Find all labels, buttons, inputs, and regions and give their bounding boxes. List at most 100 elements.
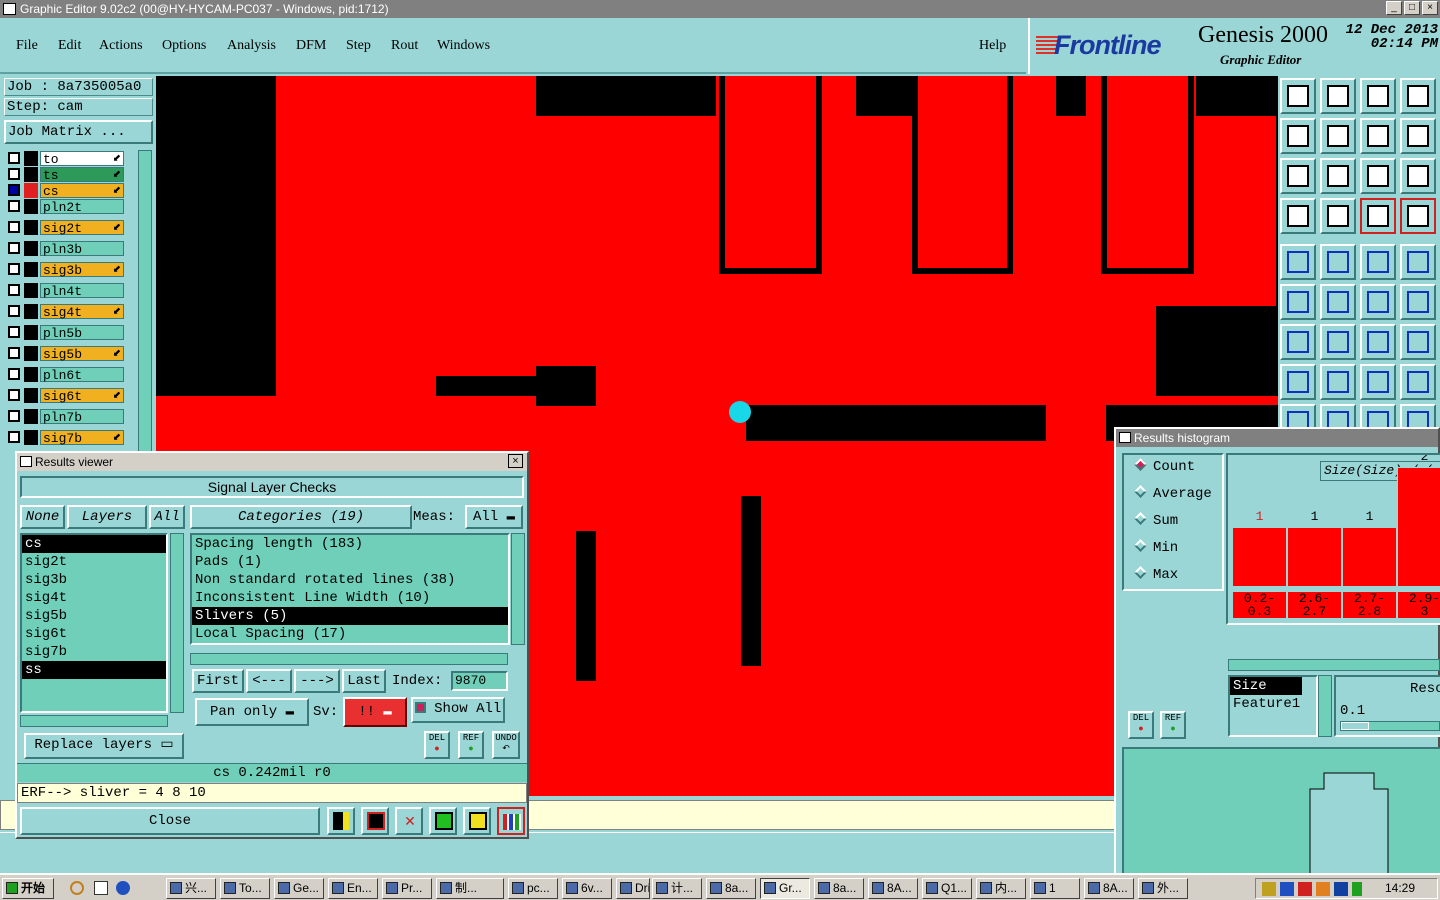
fiducial-tool-button[interactable] xyxy=(1400,324,1436,360)
layer-row-pln7b[interactable]: pln7b xyxy=(6,408,124,425)
layer-results-scrollbar[interactable] xyxy=(170,533,184,713)
taskbar-button[interactable]: 制... xyxy=(436,878,504,899)
layer-row-to[interactable]: to ⬋ xyxy=(6,150,124,167)
move-pads-button[interactable] xyxy=(1360,284,1396,320)
open-job-button[interactable] xyxy=(1280,78,1316,114)
resolution-slider[interactable] xyxy=(1340,721,1440,731)
menu-dfm[interactable]: DFM xyxy=(296,38,326,54)
angle-tool-button[interactable] xyxy=(1280,324,1316,360)
taskbar-button[interactable]: 8a... xyxy=(814,878,864,899)
layer-row-cs[interactable]: cs ⬋ xyxy=(6,182,124,199)
layer-row-pln6t[interactable]: pln6t xyxy=(6,366,124,383)
first-button[interactable]: First xyxy=(192,669,244,693)
arc-tool-button[interactable] xyxy=(1360,324,1396,360)
layer-checkbox[interactable] xyxy=(8,326,20,338)
layer-checkbox[interactable] xyxy=(8,347,20,359)
histogram-field-item[interactable]: Size xyxy=(1230,677,1302,695)
result-layer-item[interactable]: sig7b xyxy=(22,643,166,661)
layer-name[interactable]: pln5b xyxy=(40,325,124,341)
layer-name[interactable]: pln3b xyxy=(40,241,124,257)
layer-name[interactable]: to ⬋ xyxy=(40,151,124,167)
layer-row-sig4t[interactable]: sig4t ⬋ xyxy=(6,303,124,320)
pan-mode-select[interactable]: Pan only ▬ xyxy=(195,698,309,726)
redo-view-button[interactable] xyxy=(1360,118,1396,154)
layer-name[interactable]: cs ⬋ xyxy=(40,183,124,199)
category-item[interactable]: Inconsistent Line Width (10) xyxy=(192,589,508,607)
taskbar-button[interactable]: Ge... xyxy=(274,878,324,899)
field-list-scrollbar[interactable] xyxy=(1318,675,1332,737)
layer-checkbox[interactable] xyxy=(8,431,20,443)
layer-row-sig7b[interactable]: sig7b ⬋ xyxy=(6,429,124,446)
histogram-bar[interactable] xyxy=(1232,527,1287,587)
undo-button[interactable]: UNDO ↶ xyxy=(492,731,520,759)
taskbar-button[interactable]: 8A... xyxy=(1084,878,1134,899)
category-scrollbar[interactable] xyxy=(511,533,525,645)
feature-select-button[interactable] xyxy=(1280,244,1316,280)
cross-select-button[interactable] xyxy=(1320,284,1356,320)
mode-sum-radio[interactable]: Sum xyxy=(1134,512,1178,529)
net-select-button[interactable] xyxy=(1280,364,1316,400)
window-split-button[interactable] xyxy=(1400,78,1436,114)
histogram-bar[interactable] xyxy=(1287,527,1342,587)
menu-help[interactable]: Help xyxy=(979,38,1006,54)
mode-average-radio[interactable]: Average xyxy=(1134,485,1212,502)
layer-checkbox[interactable] xyxy=(8,200,20,212)
histogram-field-list[interactable]: Size Feature1 xyxy=(1228,675,1318,737)
scale-1-2-button[interactable] xyxy=(1360,158,1396,194)
help-query-button[interactable] xyxy=(1400,158,1436,194)
dimension-tool-button[interactable] xyxy=(1360,364,1396,400)
pad-tool-button[interactable] xyxy=(1400,244,1436,280)
histogram-button[interactable] xyxy=(497,807,525,835)
prev-step-button[interactable] xyxy=(1280,118,1316,154)
taskbar-button[interactable]: 外... xyxy=(1138,878,1188,899)
taskbar-button[interactable]: 8A... xyxy=(868,878,918,899)
layer-checkbox[interactable] xyxy=(8,242,20,254)
layer-row-pln5b[interactable]: pln5b xyxy=(6,324,124,341)
histogram-ref-button[interactable]: REF ● xyxy=(1160,711,1186,739)
result-layer-item[interactable]: sig2t xyxy=(22,553,166,571)
layer-results-list[interactable]: cs sig2t sig3b sig4t sig5b sig6t sig7b ss xyxy=(20,533,168,713)
clear-ref-button[interactable]: ✕ xyxy=(395,807,423,835)
layer-checkbox[interactable] xyxy=(8,184,20,196)
taskbar-button[interactable]: En... xyxy=(328,878,378,899)
histogram-hscroll[interactable] xyxy=(1228,659,1440,671)
quick-launch-doc-icon[interactable] xyxy=(94,881,108,895)
layer-checkbox[interactable] xyxy=(8,221,20,233)
all-button[interactable]: All xyxy=(149,505,185,529)
start-button[interactable]: 开始 xyxy=(2,878,54,899)
layer-row-sig3b[interactable]: sig3b ⬋ xyxy=(6,261,124,278)
taskbar-button[interactable]: Pr... xyxy=(382,878,432,899)
layer-checkbox[interactable] xyxy=(8,263,20,275)
layer-results-hscroll[interactable] xyxy=(20,715,168,727)
quick-launch-ie-icon[interactable] xyxy=(116,881,130,895)
maximize-button[interactable]: □ xyxy=(1404,1,1420,15)
highlight-tool-button[interactable] xyxy=(327,807,355,835)
meas-select[interactable]: All ▬ xyxy=(465,505,523,529)
layer-checkbox[interactable] xyxy=(8,368,20,380)
grid-button[interactable] xyxy=(1320,198,1356,234)
menu-windows[interactable]: Windows xyxy=(437,38,490,54)
close-dialog-button[interactable]: × xyxy=(508,454,523,468)
layer-checkbox[interactable] xyxy=(8,389,20,401)
mode-count-radio[interactable]: Count xyxy=(1134,458,1195,475)
category-item[interactable]: Local Spacing (17) xyxy=(192,625,508,643)
layer-checkbox[interactable] xyxy=(8,152,20,164)
menu-edit[interactable]: Edit xyxy=(58,38,81,54)
taskbar-button[interactable]: 8a... xyxy=(706,878,756,899)
layer-name[interactable]: sig7b ⬋ xyxy=(40,430,124,446)
category-item[interactable]: Non standard rotated lines (38) xyxy=(192,571,508,589)
ref-button[interactable]: REF ● xyxy=(458,731,484,759)
layer-name[interactable]: sig3b ⬋ xyxy=(40,262,124,278)
taskbar-button[interactable]: Dril... xyxy=(616,878,650,899)
layer-name[interactable]: sig4t ⬋ xyxy=(40,304,124,320)
clip-button[interactable] xyxy=(1400,118,1436,154)
layer-name[interactable]: sig6t ⬋ xyxy=(40,388,124,404)
layer-row-pln4t[interactable]: pln4t xyxy=(6,282,124,299)
category-item[interactable]: Slivers (5) xyxy=(192,607,508,625)
layer-checkbox[interactable] xyxy=(8,410,20,422)
zoom-result-button[interactable] xyxy=(361,807,389,835)
taskbar-button[interactable]: 兴... xyxy=(166,878,216,899)
layer-compare-2-button[interactable] xyxy=(1400,198,1436,234)
result-layer-item[interactable]: sig4t xyxy=(22,589,166,607)
layer-name[interactable]: ts ⬋ xyxy=(40,167,124,183)
